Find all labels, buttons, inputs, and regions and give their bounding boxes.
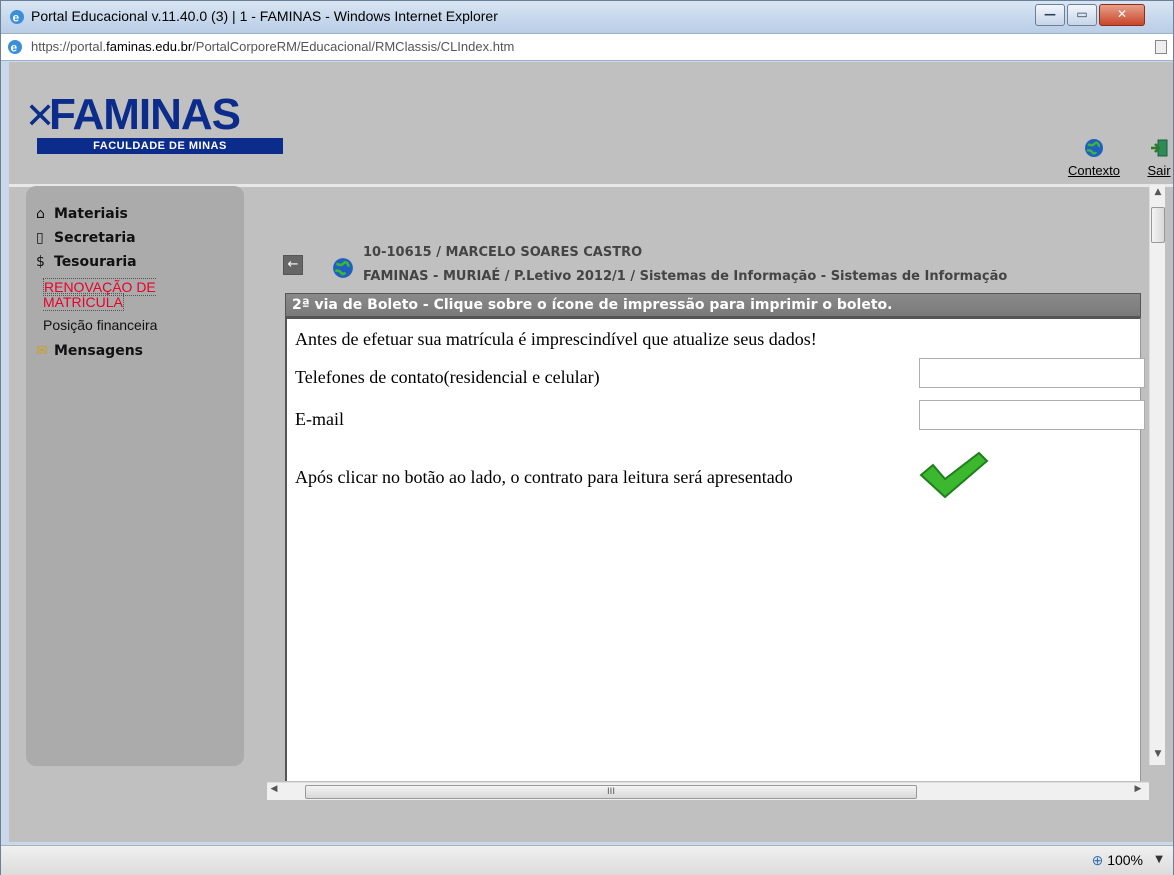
globe-icon	[1085, 139, 1103, 157]
vertical-scrollbar[interactable]: ▲ ▼	[1149, 185, 1165, 765]
sidebar-subitem-renovacao[interactable]: RENOVAÇÃO DE MATRÍCULA	[43, 278, 183, 311]
zoom-dropdown-icon[interactable]: ▼	[1155, 854, 1163, 865]
phone-input[interactable]	[919, 358, 1145, 388]
logo-main-text: FAMINAS	[49, 90, 241, 139]
faminas-logo: ✕ FAMINAS FACULDADE DE MINAS	[25, 90, 287, 160]
sidebar-item-materiais[interactable]: ⌂ Materiais	[36, 206, 128, 222]
portal-header: ✕ FAMINAS FACULDADE DE MINAS Contexto Sa…	[9, 62, 1173, 187]
close-icon: ✕	[1116, 7, 1128, 21]
scroll-down-icon[interactable]: ▼	[1150, 749, 1166, 763]
update-notice: Antes de efetuar sua matrícula é impresc…	[295, 329, 817, 349]
sair-label[interactable]: Sair	[1147, 163, 1170, 178]
scroll-right-icon[interactable]: ▶	[1131, 784, 1145, 794]
email-label: E-mail	[295, 409, 344, 429]
exit-door-icon	[1151, 139, 1168, 157]
checkmark-icon[interactable]	[919, 449, 989, 499]
horizontal-scrollbar[interactable]: ◀ III ▶	[267, 782, 1149, 800]
page-icon: e	[8, 40, 22, 55]
globe-icon	[333, 258, 353, 278]
dollar-icon: $	[36, 254, 45, 270]
window-title: Portal Educacional v.11.40.0 (3) | 1 - F…	[31, 8, 498, 24]
sidebar-item-secretaria[interactable]: ▯ Secretaria	[36, 230, 136, 246]
document-icon: ▯	[36, 230, 44, 246]
sidebar-menu: ⌂ Materiais ▯ Secretaria $ Tesouraria RENOV…	[26, 186, 244, 766]
maximize-icon: ▭	[1076, 7, 1088, 21]
zoom-icon: ⊕	[1091, 852, 1104, 868]
student-course-info: FAMINAS - MURIAÉ / P.Letivo 2012/1 / Sis…	[363, 269, 1008, 284]
back-arrow-button[interactable]: ←	[283, 255, 303, 275]
minimize-icon: —	[1044, 7, 1056, 21]
phone-label: Telefones de contato(residencial e celul…	[295, 367, 600, 387]
svg-text:e: e	[13, 11, 20, 25]
contexto-label[interactable]: Contexto	[1068, 163, 1120, 178]
browser-window: e Portal Educacional v.11.40.0 (3) | 1 -…	[0, 0, 1174, 875]
page-title-banner: 2ª via de Boleto - Clique sobre o ícone …	[285, 293, 1141, 317]
envelope-icon: ✉	[36, 343, 48, 359]
address-bar[interactable]: e https://portal.faminas.edu.br/PortalCo…	[1, 33, 1173, 61]
compatibility-view-icon[interactable]	[1155, 40, 1167, 54]
arrow-left-icon: ←	[287, 257, 299, 272]
scroll-thumb-horizontal[interactable]: III	[305, 785, 917, 799]
briefcase-icon: ⌂	[36, 206, 45, 222]
logo-subtitle: FACULDADE DE MINAS	[37, 138, 283, 154]
scroll-thumb[interactable]	[1151, 207, 1165, 243]
student-id-name: 10-10615 / MARCELO SOARES CASTRO	[363, 245, 643, 260]
sidebar-subitem-posicao[interactable]: Posição financeira	[43, 317, 157, 333]
contexto-link[interactable]: Contexto	[1059, 138, 1129, 179]
scroll-left-icon[interactable]: ◀	[267, 784, 281, 794]
title-bar: e Portal Educacional v.11.40.0 (3) | 1 -…	[1, 1, 1173, 33]
contract-instruction: Após clicar no botão ao lado, o contrato…	[295, 467, 793, 487]
zoom-level[interactable]: ⊕ 100%	[1092, 852, 1143, 869]
sidebar-item-mensagens[interactable]: ✉ Mensagens	[36, 343, 143, 359]
svg-text:e: e	[11, 41, 18, 55]
close-button[interactable]: ✕	[1099, 4, 1145, 26]
status-bar: ⊕ 100% ▼	[1, 845, 1173, 875]
email-input[interactable]	[919, 400, 1145, 430]
ie-logo-icon: e	[10, 10, 24, 25]
sair-link[interactable]: Sair	[1139, 138, 1173, 179]
scroll-up-icon[interactable]: ▲	[1150, 187, 1166, 201]
content-frame: Antes de efetuar sua matrícula é impresc…	[285, 317, 1145, 781]
minimize-button[interactable]: —	[1035, 4, 1065, 26]
maximize-button[interactable]: ▭	[1067, 4, 1097, 26]
url-text[interactable]: https://portal.faminas.edu.br/PortalCorp…	[31, 39, 514, 54]
sidebar-item-tesouraria[interactable]: $ Tesouraria	[36, 254, 137, 270]
